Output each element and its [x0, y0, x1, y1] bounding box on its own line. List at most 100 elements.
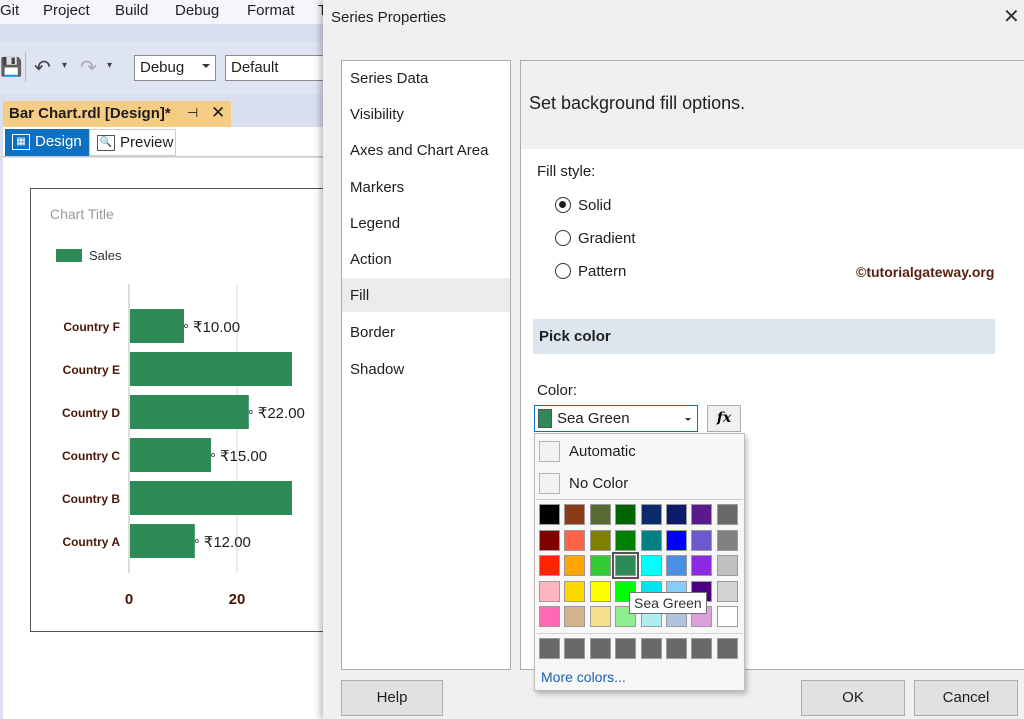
color-option-no-color[interactable]: No Color	[538, 470, 743, 498]
bar[interactable]	[130, 524, 195, 558]
preview-icon: 🔍	[97, 135, 115, 151]
color-swatch-cell[interactable]	[717, 581, 738, 602]
nav-item-axes-and-chart-area[interactable]: Axes and Chart Area	[342, 133, 510, 167]
color-swatch-cell[interactable]	[615, 530, 636, 551]
radio-solid-button[interactable]	[555, 197, 571, 213]
color-swatch-cell[interactable]	[615, 555, 636, 576]
popup-divider	[536, 499, 743, 500]
color-swatch-cell[interactable]	[717, 530, 738, 551]
data-point-marker	[195, 540, 198, 543]
pin-icon[interactable]: ⊣	[187, 105, 198, 121]
color-swatch-cell[interactable]	[590, 530, 611, 551]
bar[interactable]	[130, 481, 292, 515]
tab-preview[interactable]: 🔍 Preview	[89, 129, 176, 156]
color-swatch-cell[interactable]	[539, 581, 560, 602]
nav-item-shadow[interactable]: Shadow	[342, 352, 510, 386]
color-swatch-cell[interactable]	[539, 504, 560, 525]
fill-style-label: Fill style:	[537, 163, 595, 180]
custom-color-cell[interactable]	[590, 638, 611, 659]
custom-color-cell[interactable]	[666, 638, 687, 659]
custom-color-cell[interactable]	[691, 638, 712, 659]
bar[interactable]	[130, 309, 184, 343]
design-icon: ▦	[12, 134, 30, 150]
color-swatch-cell[interactable]	[590, 581, 611, 602]
color-swatch-cell[interactable]	[666, 555, 687, 576]
close-icon[interactable]: ✕	[1003, 4, 1020, 29]
color-swatch-cell[interactable]	[641, 530, 662, 551]
category-label: Country B	[62, 492, 120, 506]
custom-color-cell[interactable]	[539, 638, 560, 659]
menu-git[interactable]: Git	[0, 2, 19, 19]
color-swatch-cell[interactable]	[691, 555, 712, 576]
nav-item-markers[interactable]: Markers	[342, 170, 510, 204]
color-swatch-cell[interactable]	[717, 606, 738, 627]
nav-item-series-data[interactable]: Series Data	[342, 61, 510, 95]
automatic-label: Automatic	[569, 443, 636, 460]
menu-debug[interactable]: Debug	[175, 2, 219, 19]
expression-button[interactable]: fx	[707, 405, 741, 432]
save-icon[interactable]: 💾	[0, 57, 22, 78]
custom-color-cell[interactable]	[564, 638, 585, 659]
color-swatch-cell[interactable]	[590, 555, 611, 576]
nav-item-visibility[interactable]: Visibility	[342, 97, 510, 131]
bar[interactable]	[130, 352, 292, 386]
menu-build[interactable]: Build	[115, 2, 148, 19]
data-label: ₹10.00	[193, 319, 240, 336]
color-combo[interactable]: Sea Green	[534, 405, 698, 432]
color-swatch-cell[interactable]	[539, 555, 560, 576]
bar[interactable]	[130, 395, 249, 429]
nav-item-border[interactable]: Border	[342, 315, 510, 349]
color-label: Color:	[537, 382, 577, 399]
color-option-automatic[interactable]: Automatic	[538, 438, 743, 466]
undo-icon[interactable]: ↶	[34, 55, 51, 80]
color-swatch-cell[interactable]	[641, 555, 662, 576]
color-swatch-cell[interactable]	[691, 504, 712, 525]
radio-pattern-button[interactable]	[555, 263, 571, 279]
redo-icon[interactable]: ↷	[80, 55, 97, 80]
color-swatch-cell[interactable]	[590, 504, 611, 525]
custom-color-cell[interactable]	[615, 638, 636, 659]
pick-color-section: Pick color	[533, 319, 995, 354]
bar-chart[interactable]: Chart Title Sales Country FCountry ECoun…	[30, 188, 330, 632]
color-swatch-cell[interactable]	[539, 606, 560, 627]
custom-color-cell[interactable]	[641, 638, 662, 659]
color-swatch-cell[interactable]	[666, 530, 687, 551]
tab-design[interactable]: ▦ Design	[5, 129, 89, 156]
platform-combo[interactable]: Default	[225, 55, 330, 81]
color-swatch-cell[interactable]	[641, 504, 662, 525]
undo-dropdown-icon[interactable]: ▾	[62, 60, 67, 71]
color-swatch-cell[interactable]	[564, 555, 585, 576]
color-swatch-cell[interactable]	[717, 555, 738, 576]
redo-dropdown-icon[interactable]: ▾	[107, 60, 112, 71]
cancel-button[interactable]: Cancel	[914, 680, 1018, 716]
color-swatch-cell[interactable]	[691, 530, 712, 551]
tab-preview-label: Preview	[120, 134, 173, 151]
data-label: ₹22.00	[258, 405, 305, 422]
color-swatch-cell[interactable]	[564, 606, 585, 627]
custom-color-cell[interactable]	[717, 638, 738, 659]
menu-format[interactable]: Format	[247, 2, 295, 19]
menu-project[interactable]: Project	[43, 2, 90, 19]
nav-item-fill[interactable]: Fill	[342, 278, 510, 312]
more-colors-link[interactable]: More colors...	[541, 669, 626, 685]
color-swatch-cell[interactable]	[564, 581, 585, 602]
color-swatch-cell[interactable]	[717, 504, 738, 525]
color-tooltip: Sea Green	[629, 592, 707, 614]
color-swatch-cell[interactable]	[564, 504, 585, 525]
x-tick-label: 0	[125, 591, 133, 608]
document-tab[interactable]: Bar Chart.rdl [Design]* ⊣ ✕	[3, 101, 231, 127]
config-combo[interactable]: Debug	[134, 55, 216, 81]
nav-item-legend[interactable]: Legend	[342, 206, 510, 240]
chart-title[interactable]: Chart Title	[50, 206, 114, 222]
ok-button[interactable]: OK	[801, 680, 905, 716]
close-icon[interactable]: ✕	[211, 103, 225, 123]
nav-item-action[interactable]: Action	[342, 242, 510, 276]
bar[interactable]	[130, 438, 211, 472]
radio-gradient-button[interactable]	[555, 230, 571, 246]
color-swatch-cell[interactable]	[615, 504, 636, 525]
help-button[interactable]: Help	[341, 680, 443, 716]
color-swatch-cell[interactable]	[564, 530, 585, 551]
color-swatch-cell[interactable]	[666, 504, 687, 525]
color-swatch-cell[interactable]	[539, 530, 560, 551]
color-swatch-cell[interactable]	[590, 606, 611, 627]
